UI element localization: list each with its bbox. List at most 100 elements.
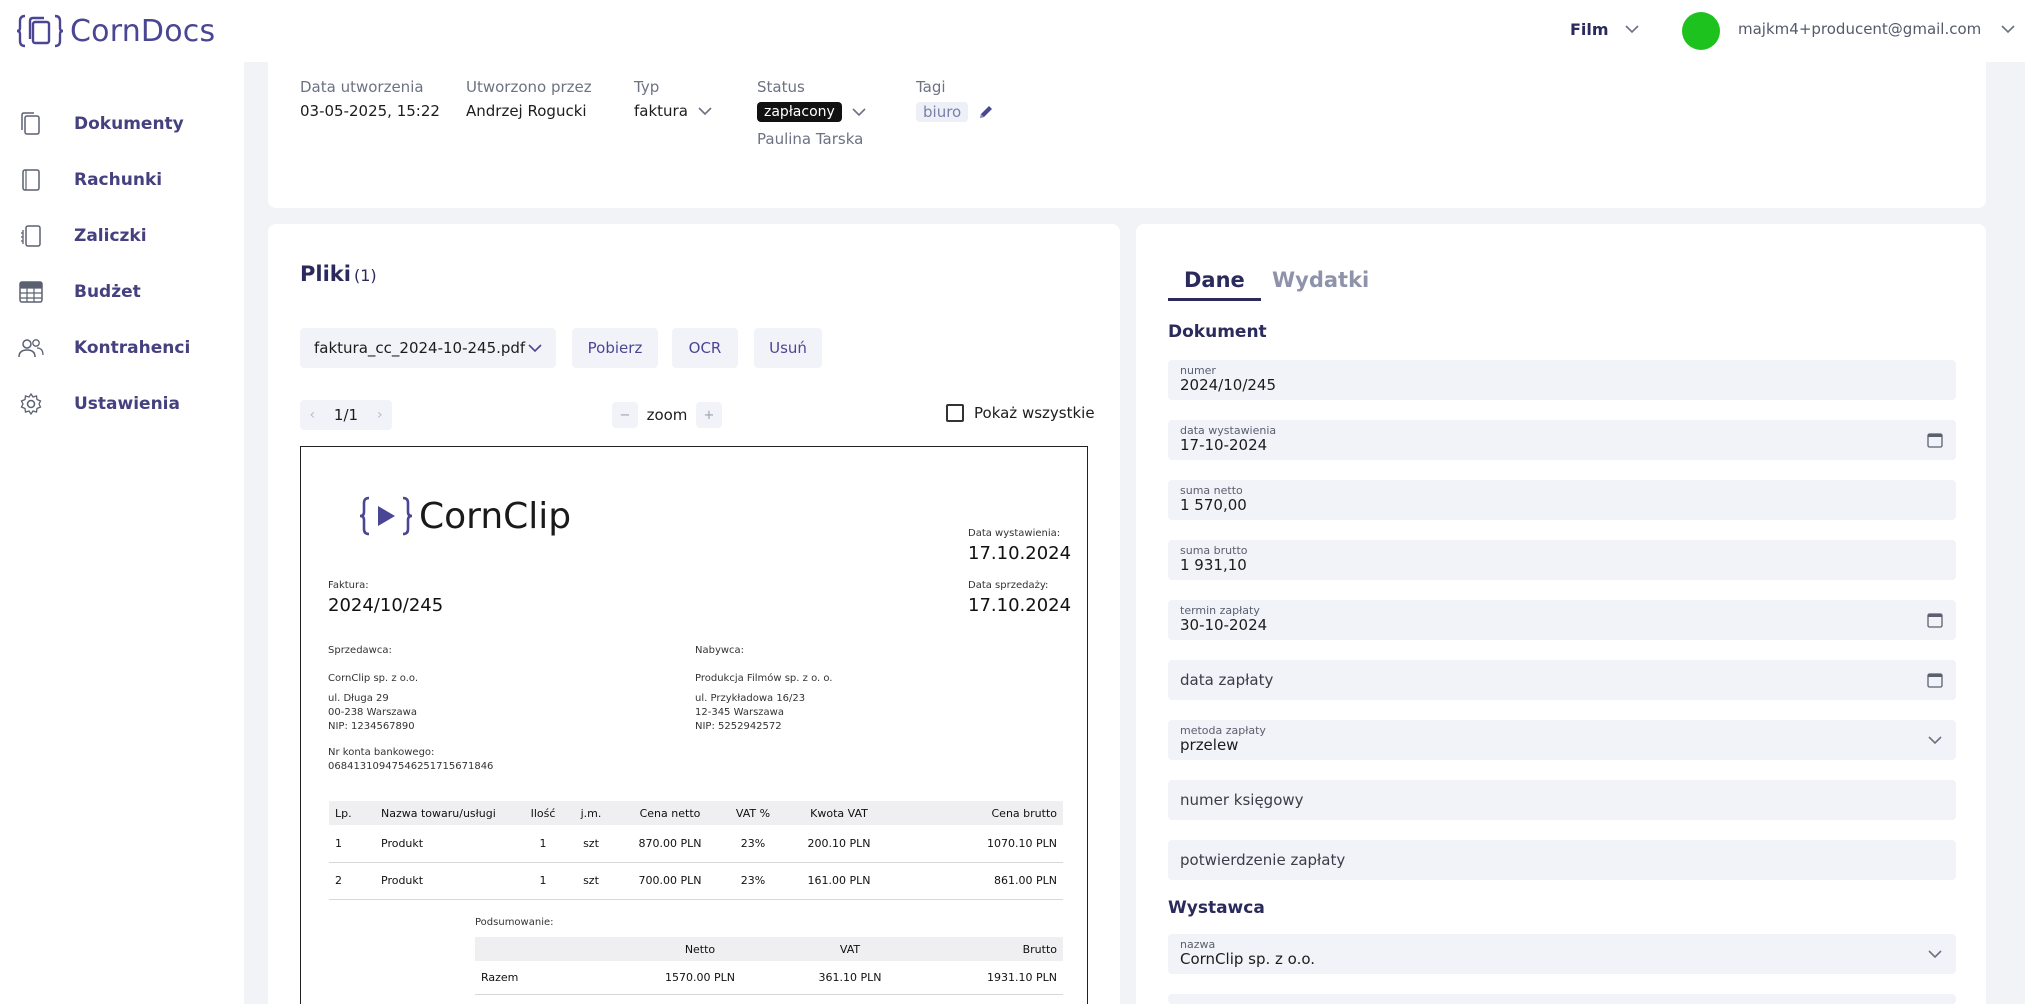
created-by: Utworzono przez Andrzej Rogucki [466, 78, 592, 120]
zoom-out-button[interactable]: − [612, 402, 638, 428]
sale-date: 17.10.2024 [968, 595, 1072, 616]
table-cell: szt [565, 825, 617, 863]
gear-icon [18, 391, 44, 417]
summary-cell: 1570.00 PLN [625, 961, 775, 995]
created-date-value: 03-05-2025, 15:22 [300, 102, 440, 120]
chevron-down-icon [1926, 731, 1944, 749]
number-field[interactable]: numer 2024/10/245 [1168, 360, 1956, 400]
document-tags: Tagi biuro [916, 78, 994, 122]
gross-sum-field[interactable]: suma brutto 1 931,10 [1168, 540, 1956, 580]
calendar-icon[interactable] [1926, 671, 1944, 689]
summary-header-row: Netto VAT Brutto [475, 937, 1063, 961]
corndocs-logo[interactable]: CornDocs [16, 12, 215, 50]
next-page-icon[interactable]: › [377, 407, 383, 423]
sidebar-item-label: Rachunki [74, 170, 163, 190]
play-bracket-icon [359, 496, 413, 536]
table-cell: 1 [521, 862, 565, 900]
due-date-field[interactable]: termin zapłaty 30-10-2024 [1168, 600, 1956, 640]
table-header: VAT % [723, 801, 783, 825]
buyer-street: ul. Przykładowa 16/23 [695, 693, 806, 704]
chevron-down-icon [698, 106, 712, 115]
accounting-number-field[interactable]: numer księgowy [1168, 780, 1956, 820]
type-value: faktura [634, 102, 688, 120]
table-cell: 1 [521, 825, 565, 863]
files-card: Pliki (1) faktura_cc_2024-10-245.pdf Pob… [268, 224, 1120, 1004]
issuer-name-select[interactable]: nazwa CornClip sp. z o.o. [1168, 934, 1956, 974]
next-field[interactable] [1168, 994, 1956, 1004]
document-type: Typ faktura [634, 78, 712, 120]
file-select[interactable]: faktura_cc_2024-10-245.pdf [300, 328, 556, 368]
field-value: 30-10-2024 [1180, 616, 1268, 634]
buyer-city: 12-345 Warszawa [695, 707, 784, 718]
show-all-checkbox[interactable] [946, 404, 964, 422]
user-menu[interactable]: majkm4+producent@gmail.com [1738, 20, 2015, 38]
download-button[interactable]: Pobierz [572, 328, 658, 368]
data-card: Dane Wydatki Dokument numer 2024/10/245 … [1136, 224, 1986, 1004]
delete-button[interactable]: Usuń [754, 328, 822, 368]
created-date-label: Data utworzenia [300, 78, 424, 96]
created-by-label: Utworzono przez [466, 78, 592, 96]
user-email: majkm4+producent@gmail.com [1738, 20, 1982, 38]
tab-dane[interactable]: Dane [1168, 268, 1261, 301]
status-person: Paulina Tarska [757, 130, 864, 148]
people-icon [18, 335, 44, 361]
seller-name: CornClip sp. z o.o. [328, 673, 419, 684]
sidebar-item-rachunki[interactable]: Rachunki [18, 165, 162, 195]
net-sum-field[interactable]: suma netto 1 570,00 [1168, 480, 1956, 520]
logo-text: CornDocs [70, 13, 216, 49]
field-value: 1 931,10 [1180, 556, 1247, 574]
tab-wydatki[interactable]: Wydatki [1272, 268, 1369, 292]
invoice-number: 2024/10/245 [328, 595, 444, 616]
status-select[interactable]: zapłacony [757, 102, 866, 122]
summary-label: Podsumowanie: [475, 917, 554, 928]
payment-confirmation-field[interactable]: potwierdzenie zapłaty [1168, 840, 1956, 880]
buyer-nip: NIP: 5252942572 [695, 721, 782, 732]
avatar[interactable] [1682, 12, 1720, 50]
ocr-button[interactable]: OCR [672, 328, 738, 368]
seller-city: 00-238 Warszawa [328, 707, 417, 718]
project-select[interactable]: Film [1570, 20, 1639, 39]
zoom-in-button[interactable]: + [696, 402, 722, 428]
table-cell: 161.00 PLN [783, 862, 895, 900]
table-header: j.m. [565, 801, 617, 825]
table-cell: 23% [723, 862, 783, 900]
table-cell: 1 [329, 825, 381, 863]
show-all-toggle[interactable]: Pokaż wszystkie [946, 404, 1095, 422]
payment-method-select[interactable]: metoda zapłaty przelew [1168, 720, 1956, 760]
sidebar-item-kontrahenci[interactable]: Kontrahenci [18, 333, 190, 363]
sidebar-item-dokumenty[interactable]: Dokumenty [18, 109, 184, 139]
calendar-icon[interactable] [1926, 611, 1944, 629]
pdf-preview[interactable]: CornClip Data wystawienia: 17.10.2024 Da… [300, 446, 1088, 1004]
issue-date-field[interactable]: data wystawienia 17-10-2024 [1168, 420, 1956, 460]
sidebar-item-budzet[interactable]: Budżet [18, 277, 141, 307]
account-number: 06841310947546251715671846 [328, 761, 494, 772]
sidebar-item-label: Budżet [74, 282, 141, 302]
field-value: przelew [1180, 736, 1239, 754]
sidebar-item-zaliczki[interactable]: Zaliczki [18, 221, 147, 251]
payment-date-field[interactable]: data zapłaty [1168, 660, 1956, 700]
corndocs-logo-icon [16, 14, 64, 48]
summary-cell: 361.10 PLN [775, 961, 925, 995]
sidebar-item-ustawienia[interactable]: Ustawienia [18, 389, 180, 419]
tag-badge[interactable]: biuro [916, 102, 969, 122]
cornclip-logo-text: CornClip [419, 495, 572, 537]
table-cell: 2 [329, 862, 381, 900]
document-status: Status zapłacony Paulina Tarska [757, 78, 866, 154]
table-header: Kwota VAT [783, 801, 895, 825]
created-by-value: Andrzej Rogucki [466, 102, 587, 120]
calendar-icon[interactable] [1926, 431, 1944, 449]
summary-header: VAT [775, 937, 925, 961]
prev-page-icon[interactable]: ‹ [309, 407, 315, 423]
table-header-row: Lp. Nazwa towaru/usługi Ilość j.m. Cena … [329, 801, 1063, 825]
table-cell: 1070.10 PLN [895, 825, 1063, 863]
field-value: 2024/10/245 [1180, 376, 1276, 394]
type-select[interactable]: faktura [634, 102, 712, 120]
tags-label: Tagi [916, 78, 946, 96]
sidebar-item-label: Kontrahenci [74, 338, 191, 358]
chevron-down-icon [1926, 945, 1944, 963]
invoice-items-table: Lp. Nazwa towaru/usługi Ilość j.m. Cena … [329, 801, 1063, 900]
sidebar: Dokumenty Rachunki Zaliczki Budżet Kontr… [0, 62, 244, 1004]
files-title: Pliki [300, 262, 351, 286]
table-cell: 870.00 PLN [617, 825, 723, 863]
pencil-icon[interactable] [978, 104, 994, 120]
